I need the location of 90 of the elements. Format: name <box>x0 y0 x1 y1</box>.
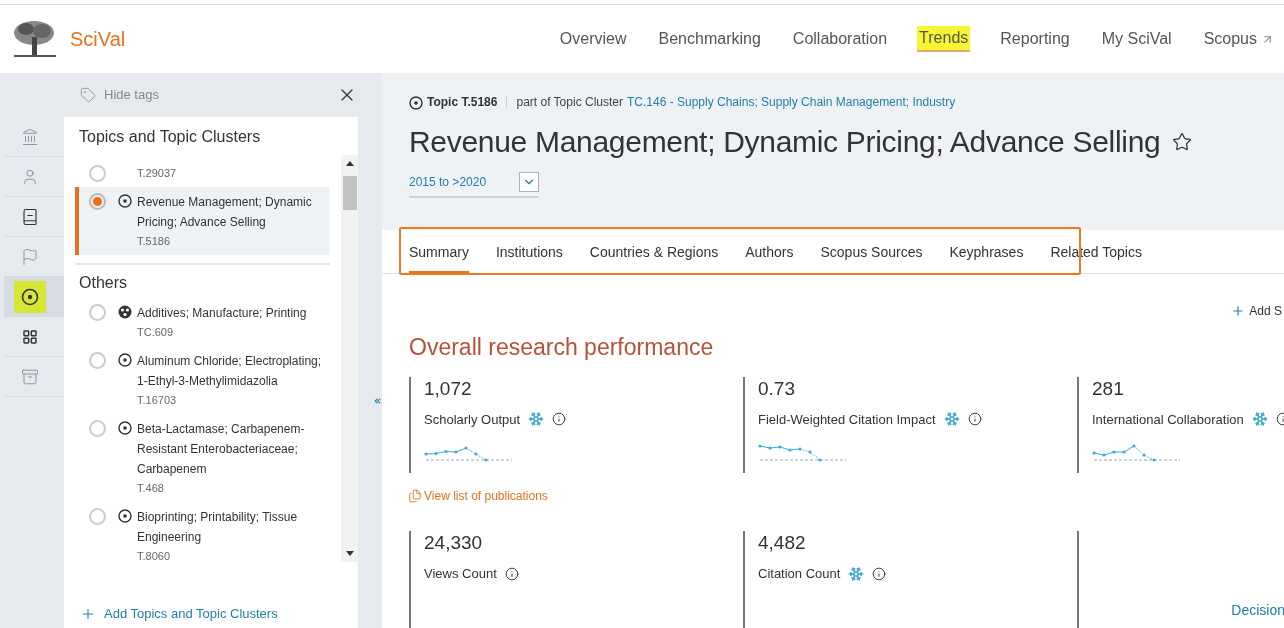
topic-icon <box>118 509 132 523</box>
scroll-down-icon[interactable] <box>345 551 354 556</box>
metric-value: 0.73 <box>758 376 796 401</box>
rail-item[interactable] <box>4 277 64 317</box>
topic-icon <box>118 194 132 208</box>
snowball-icon <box>943 411 960 428</box>
radio-button[interactable] <box>89 420 106 437</box>
tab[interactable]: Scopus Sources <box>820 242 923 273</box>
cluster-icon <box>118 305 132 319</box>
nav-link[interactable]: Collaboration <box>790 27 890 51</box>
nav-link[interactable]: My SciVal <box>1099 27 1174 51</box>
topic-name: Additives; Manufacture; Printing <box>137 305 307 322</box>
radio-button[interactable] <box>89 304 106 321</box>
app-logo-text: SciVal <box>70 27 126 52</box>
radio-button[interactable] <box>89 193 106 210</box>
topic-code: TC.609 <box>137 325 175 340</box>
cluster-link[interactable]: TC.146 - Supply Chains; Supply Chain Management; Industry <box>627 93 956 111</box>
topic-item[interactable]: Bioprinting; Printability; Tissue Engineering T.8060 <box>75 502 330 570</box>
institution-icon[interactable] <box>21 127 39 146</box>
tab[interactable]: Authors <box>745 242 794 273</box>
nav-link[interactable]: Scopus <box>1201 27 1276 51</box>
document-icon[interactable] <box>21 207 39 226</box>
topic-code: T.16703 <box>137 393 178 408</box>
metric-value: 4,482 <box>758 531 807 555</box>
tab[interactable]: Countries & Regions <box>589 242 719 273</box>
topic-code: T.29037 <box>137 166 177 181</box>
others-title: Others <box>78 273 128 293</box>
topic-name: Bioprinting; Printability; Tissue Engineering <box>137 509 299 546</box>
info-icon[interactable] <box>552 412 567 427</box>
date-range-select[interactable]: 2015 to >2020 <box>409 172 539 198</box>
add-icon <box>80 606 96 622</box>
metric-value: 24,330 <box>424 531 484 555</box>
breadcrumb-text: part of Topic Cluster <box>516 94 623 111</box>
section-title: Overall research performance <box>408 333 715 362</box>
metric-label: Scholarly Output <box>424 410 521 429</box>
decision-link[interactable]: Decision <box>1231 600 1284 621</box>
tree-logo <box>12 19 58 59</box>
topic-icon <box>118 421 132 435</box>
metric-value: 281 <box>1092 376 1125 401</box>
tag-icon <box>80 87 96 103</box>
topic-name: Beta-Lactamase; Carbapenem-Resistant Enterobacteriaceae; Carbapenem <box>137 421 306 478</box>
tab[interactable]: Institutions <box>495 242 563 273</box>
info-icon[interactable] <box>872 566 887 581</box>
page-title: Revenue Management; Dynamic Pricing; Advance Selling <box>409 124 1161 160</box>
info-icon[interactable] <box>504 566 519 581</box>
topic-icon[interactable] <box>21 287 39 306</box>
topic-code: T.8060 <box>137 549 172 564</box>
scrollbar-thumb[interactable] <box>342 176 357 210</box>
topic-code: T.468 <box>137 481 165 496</box>
topic-item[interactable]: Revenue Management; Dynamic Pricing; Advance Selling T.5186 <box>75 187 330 255</box>
metric-label: International Collaboration <box>1092 410 1244 429</box>
metric-label: Views Count <box>424 565 497 583</box>
add-topics-link[interactable]: Add Topics and Topic Clusters <box>104 604 278 624</box>
archive-icon[interactable] <box>21 367 39 386</box>
scroll-up-icon[interactable] <box>345 161 354 166</box>
flag-icon[interactable] <box>21 247 39 266</box>
snowball-icon <box>1251 411 1268 428</box>
radio-button[interactable] <box>89 508 106 525</box>
topic-icon <box>409 96 423 110</box>
nav-link[interactable]: Benchmarking <box>656 27 763 51</box>
metric-label: Citation Count <box>758 565 841 583</box>
snowball-icon <box>848 565 865 582</box>
nav-link[interactable]: Reporting <box>998 27 1072 51</box>
metric-label: Field-Weighted Citation Impact <box>758 410 936 429</box>
add-icon <box>1231 304 1246 318</box>
topic-item[interactable]: T.29037 <box>75 159 330 187</box>
topic-name: Revenue Management; Dynamic Pricing; Advance Selling <box>137 194 313 231</box>
section-title: Topics and Topic Clusters <box>78 127 262 147</box>
nav-link[interactable]: Overview <box>557 27 629 51</box>
add-link[interactable]: Add S <box>1249 302 1282 320</box>
scrollbar[interactable] <box>341 155 358 562</box>
grid-icon[interactable] <box>22 328 38 345</box>
info-icon[interactable] <box>967 412 982 427</box>
topic-code: T.5186 <box>137 234 172 249</box>
topic-item[interactable]: Beta-Lactamase; Carbapenem-Resistant Enterobacteriaceae; Carbapenem T.468 <box>75 414 330 502</box>
radio-button[interactable] <box>89 352 106 369</box>
topic-label: Topic T.5186 <box>427 93 498 111</box>
snowball-icon <box>528 411 545 428</box>
person-icon[interactable] <box>21 167 39 186</box>
radio-button[interactable] <box>89 165 106 182</box>
metric-value: 1,072 <box>424 376 473 401</box>
nav-link[interactable]: Trends <box>917 26 971 52</box>
tab[interactable]: Keyphrases <box>949 242 1024 273</box>
favorite-icon[interactable] <box>1172 131 1193 152</box>
publications-icon <box>408 489 422 503</box>
topic-name: Aluminum Chloride; Electroplating; 1-Ethyl-3-Methylimidazolia <box>137 353 322 390</box>
topic-item[interactable]: Aluminum Chloride; Electroplating; 1-Ethyl-3-Methylimidazolia T.16703 <box>75 346 330 414</box>
topic-item[interactable]: Additives; Manufacture; Printing TC.609 <box>75 298 330 346</box>
tab[interactable]: Summary <box>409 242 469 273</box>
topic-icon <box>118 353 132 367</box>
